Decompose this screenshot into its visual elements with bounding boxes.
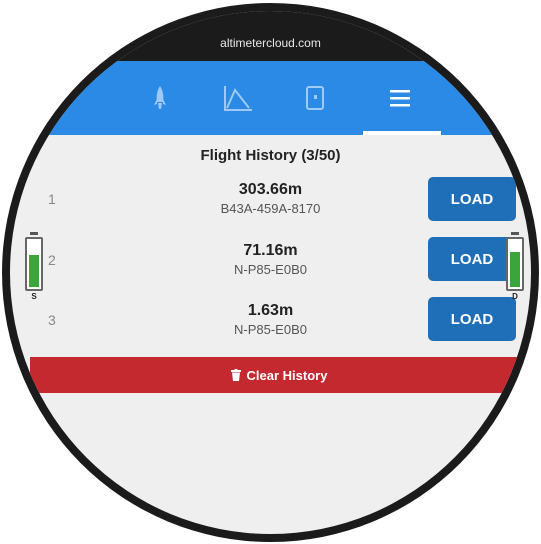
battery-indicator-right: D	[505, 232, 525, 304]
tab-device[interactable]	[280, 61, 350, 135]
tab-rocket[interactable]	[125, 61, 195, 135]
history-row: 3 1.63m N-P85-E0B0 LOAD	[10, 297, 531, 362]
battery-label: S	[31, 292, 37, 301]
history-row: 2 71.16m N-P85-E0B0 LOAD	[10, 237, 531, 302]
tab-history[interactable]	[360, 61, 440, 135]
url-text: altimetercloud.com	[220, 36, 321, 50]
battery-level	[510, 252, 520, 287]
tab-chart[interactable]	[203, 61, 273, 135]
battery-indicator-left: S	[24, 232, 44, 304]
watch-face: altimetercloud.com Flight History (3/50)…	[10, 11, 531, 534]
browser-url-bar: altimetercloud.com	[10, 11, 531, 61]
history-row: 1 303.66m B43A-459A-8170 LOAD	[10, 177, 531, 241]
menu-icon	[390, 90, 410, 107]
trash-icon	[230, 369, 241, 381]
battery-level	[29, 255, 39, 287]
page-title: Flight History (3/50)	[200, 147, 341, 164]
watch-bezel: altimetercloud.com Flight History (3/50)…	[2, 3, 539, 542]
load-button[interactable]: LOAD	[428, 177, 516, 221]
battery-label: D	[512, 292, 518, 301]
load-button[interactable]: LOAD	[428, 237, 516, 281]
load-button[interactable]: LOAD	[428, 297, 516, 341]
altitude-chart-icon	[224, 86, 252, 111]
active-tab-indicator	[363, 131, 441, 135]
device-icon	[306, 86, 324, 110]
clear-history-button[interactable]: Clear History	[30, 357, 528, 393]
screen: altimetercloud.com Flight History (3/50)…	[0, 0, 541, 544]
clear-history-label: Clear History	[246, 367, 328, 383]
rocket-icon	[154, 86, 166, 109]
nav-bar	[10, 61, 531, 135]
